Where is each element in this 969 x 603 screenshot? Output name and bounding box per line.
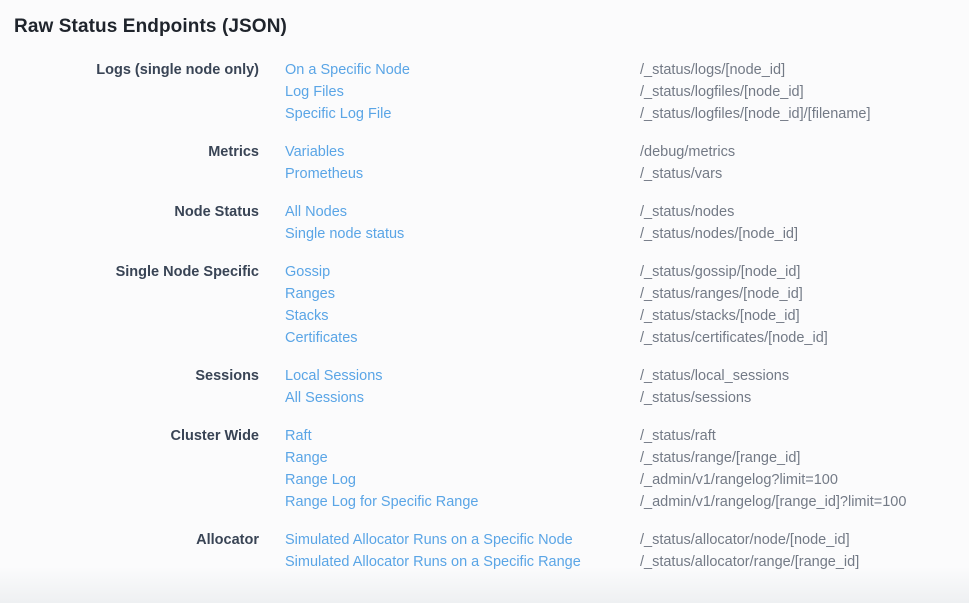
endpoint-row: Gossip /_status/gossip/[node_id] [285, 261, 969, 283]
endpoint-row: Variables /debug/metrics [285, 141, 969, 163]
endpoint-row: Range /_status/range/[range_id] [285, 447, 969, 469]
section-label: Single Node Specific [0, 261, 259, 283]
endpoint-row: Simulated Allocator Runs on a Specific N… [285, 529, 969, 551]
section-label: Allocator [0, 529, 259, 551]
section-label: Node Status [0, 201, 259, 223]
endpoint-sections: Logs (single node only) On a Specific No… [0, 59, 969, 573]
endpoint-path: /_status/allocator/node/[node_id] [640, 529, 850, 551]
endpoint-section: Logs (single node only) On a Specific No… [0, 59, 969, 125]
section-rows: Simulated Allocator Runs on a Specific N… [285, 529, 969, 573]
endpoint-link[interactable]: Log Files [285, 81, 640, 103]
endpoint-path: /_status/logfiles/[node_id] [640, 81, 804, 103]
section-label: Logs (single node only) [0, 59, 259, 81]
endpoint-row: Range Log for Specific Range /_admin/v1/… [285, 491, 969, 513]
endpoint-path: /_status/logfiles/[node_id]/[filename] [640, 103, 871, 125]
endpoint-row: Raft /_status/raft [285, 425, 969, 447]
endpoint-path: /_status/raft [640, 425, 716, 447]
endpoint-row: Local Sessions /_status/local_sessions [285, 365, 969, 387]
endpoint-link[interactable]: Local Sessions [285, 365, 640, 387]
endpoint-link[interactable]: Ranges [285, 283, 640, 305]
endpoint-section: Allocator Simulated Allocator Runs on a … [0, 529, 969, 573]
endpoint-link[interactable]: Simulated Allocator Runs on a Specific N… [285, 529, 640, 551]
endpoint-link[interactable]: All Nodes [285, 201, 640, 223]
endpoint-path: /_status/allocator/range/[range_id] [640, 551, 859, 573]
endpoint-link[interactable]: Range Log for Specific Range [285, 491, 640, 513]
page-title: Raw Status Endpoints (JSON) [14, 15, 969, 39]
endpoint-link[interactable]: On a Specific Node [285, 59, 640, 81]
endpoint-path: /_status/nodes/[node_id] [640, 223, 798, 245]
endpoint-path: /_admin/v1/rangelog?limit=100 [640, 469, 838, 491]
endpoint-link[interactable]: Variables [285, 141, 640, 163]
endpoint-row: Log Files /_status/logfiles/[node_id] [285, 81, 969, 103]
endpoint-link[interactable]: Single node status [285, 223, 640, 245]
endpoint-path: /_status/sessions [640, 387, 751, 409]
endpoint-section: Metrics Variables /debug/metrics Prometh… [0, 141, 969, 185]
endpoint-link[interactable]: Range Log [285, 469, 640, 491]
endpoint-path: /_status/vars [640, 163, 722, 185]
endpoint-path: /_status/local_sessions [640, 365, 789, 387]
section-rows: All Nodes /_status/nodes Single node sta… [285, 201, 969, 245]
endpoint-row: Specific Log File /_status/logfiles/[nod… [285, 103, 969, 125]
endpoint-section: Single Node Specific Gossip /_status/gos… [0, 261, 969, 349]
section-rows: Gossip /_status/gossip/[node_id] Ranges … [285, 261, 969, 349]
endpoint-path: /_status/nodes [640, 201, 734, 223]
section-rows: Variables /debug/metrics Prometheus /_st… [285, 141, 969, 185]
endpoint-row: On a Specific Node /_status/logs/[node_i… [285, 59, 969, 81]
endpoint-section: Sessions Local Sessions /_status/local_s… [0, 365, 969, 409]
endpoint-path: /debug/metrics [640, 141, 735, 163]
endpoint-path: /_admin/v1/rangelog/[range_id]?limit=100 [640, 491, 906, 513]
endpoint-row: Single node status /_status/nodes/[node_… [285, 223, 969, 245]
section-label: Sessions [0, 365, 259, 387]
section-rows: Raft /_status/raft Range /_status/range/… [285, 425, 969, 513]
endpoint-link[interactable]: Stacks [285, 305, 640, 327]
endpoint-link[interactable]: Range [285, 447, 640, 469]
endpoint-path: /_status/gossip/[node_id] [640, 261, 800, 283]
endpoint-row: Ranges /_status/ranges/[node_id] [285, 283, 969, 305]
endpoint-link[interactable]: Prometheus [285, 163, 640, 185]
endpoint-section: Node Status All Nodes /_status/nodes Sin… [0, 201, 969, 245]
endpoint-row: All Sessions /_status/sessions [285, 387, 969, 409]
endpoint-link[interactable]: Certificates [285, 327, 640, 349]
endpoint-row: Prometheus /_status/vars [285, 163, 969, 185]
endpoint-link[interactable]: Simulated Allocator Runs on a Specific R… [285, 551, 640, 573]
endpoint-row: Certificates /_status/certificates/[node… [285, 327, 969, 349]
endpoint-row: Stacks /_status/stacks/[node_id] [285, 305, 969, 327]
endpoint-row: Range Log /_admin/v1/rangelog?limit=100 [285, 469, 969, 491]
endpoint-link[interactable]: Gossip [285, 261, 640, 283]
endpoint-link[interactable]: Specific Log File [285, 103, 640, 125]
endpoint-link[interactable]: All Sessions [285, 387, 640, 409]
endpoint-path: /_status/ranges/[node_id] [640, 283, 803, 305]
endpoint-section: Cluster Wide Raft /_status/raft Range /_… [0, 425, 969, 513]
section-label: Metrics [0, 141, 259, 163]
endpoint-path: /_status/certificates/[node_id] [640, 327, 828, 349]
endpoint-row: Simulated Allocator Runs on a Specific R… [285, 551, 969, 573]
section-rows: On a Specific Node /_status/logs/[node_i… [285, 59, 969, 125]
section-label: Cluster Wide [0, 425, 259, 447]
endpoint-path: /_status/logs/[node_id] [640, 59, 785, 81]
endpoint-link[interactable]: Raft [285, 425, 640, 447]
endpoint-path: /_status/range/[range_id] [640, 447, 800, 469]
endpoint-row: All Nodes /_status/nodes [285, 201, 969, 223]
section-rows: Local Sessions /_status/local_sessions A… [285, 365, 969, 409]
endpoint-path: /_status/stacks/[node_id] [640, 305, 800, 327]
